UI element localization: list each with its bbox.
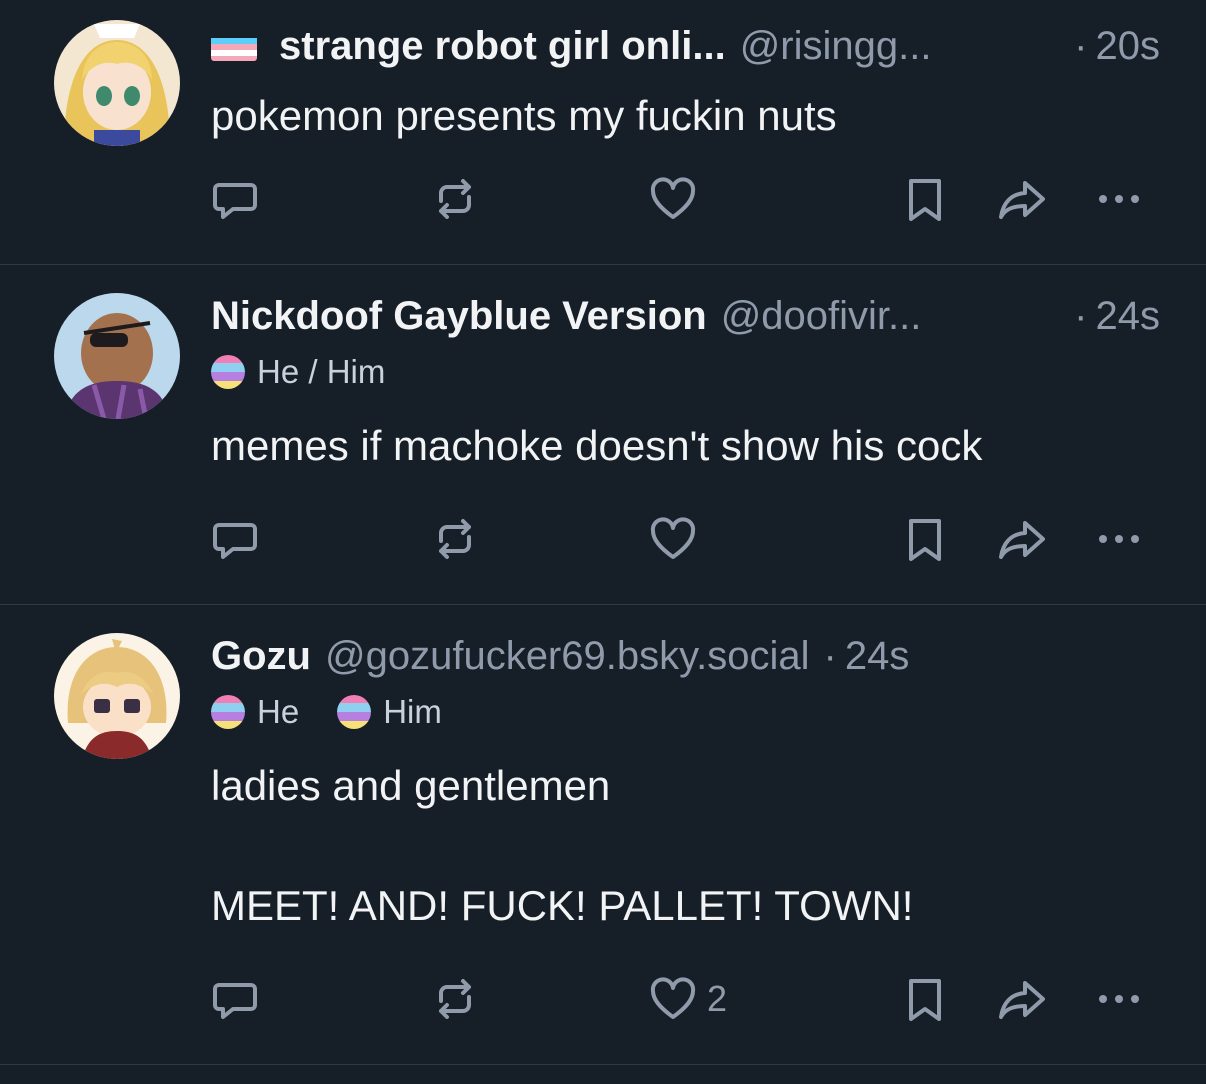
- post-actions: [211, 514, 1151, 564]
- pronoun-tag: Him: [337, 693, 442, 731]
- reply-icon: [213, 183, 257, 219]
- pronouns: He Him: [211, 690, 1160, 734]
- pronoun-label: He: [257, 693, 300, 730]
- reply-icon: [213, 523, 257, 559]
- reply-button[interactable]: [211, 974, 259, 1024]
- more-icon: [1099, 195, 1139, 203]
- timestamp[interactable]: 24s: [845, 632, 910, 680]
- pronoun-label: Him: [383, 693, 442, 730]
- pronoun-tag: He: [211, 693, 299, 731]
- like-button[interactable]: [649, 174, 707, 224]
- like-button[interactable]: 2: [649, 974, 727, 1024]
- share-icon: [999, 181, 1045, 219]
- heart-icon: [650, 177, 696, 219]
- bookmark-button[interactable]: [905, 974, 945, 1024]
- trans-flag-icon: [211, 31, 257, 61]
- pronouns: He / Him: [211, 350, 1160, 394]
- post-header: Nickdoof Gayblue Version @doofivir... · …: [211, 292, 1160, 340]
- post-actions: [211, 174, 1151, 224]
- separator: ·: [1074, 24, 1088, 68]
- handle[interactable]: @risingg...: [740, 22, 932, 70]
- more-button[interactable]: [1095, 174, 1143, 224]
- repost-button[interactable]: [431, 174, 479, 224]
- pronoun-badge-icon: [337, 695, 372, 729]
- post-text: ladies and gentlemen MEET! AND! FUCK! PA…: [211, 762, 914, 929]
- display-name[interactable]: Nickdoof Gayblue Version: [211, 292, 707, 340]
- timestamp[interactable]: 20s: [1096, 22, 1161, 70]
- separator: ·: [823, 634, 837, 678]
- share-icon: [999, 521, 1045, 559]
- post-text: pokemon presents my fuckin nuts: [211, 92, 837, 139]
- timestamp[interactable]: 24s: [1096, 292, 1161, 340]
- repost-icon: [439, 979, 471, 1019]
- bookmark-icon: [909, 979, 941, 1021]
- pronoun-tag: He / Him: [211, 353, 385, 391]
- display-name[interactable]: Gozu: [211, 632, 311, 680]
- share-button[interactable]: [997, 174, 1049, 224]
- more-button[interactable]: [1095, 514, 1143, 564]
- post[interactable]: strange robot girl onli... @risingg... ·…: [0, 0, 1206, 265]
- separator: ·: [1074, 294, 1088, 338]
- reply-icon: [213, 983, 257, 1019]
- feed: strange robot girl onli... @risingg... ·…: [0, 0, 1206, 1065]
- reply-button[interactable]: [211, 514, 259, 564]
- post-header: Gozu @gozufucker69.bsky.social · 24s: [211, 632, 1160, 680]
- display-name[interactable]: strange robot girl onli...: [279, 22, 726, 70]
- more-icon: [1099, 995, 1139, 1003]
- post-text: memes if machoke doesn't show his cock: [211, 422, 983, 469]
- handle[interactable]: @doofivir...: [721, 292, 922, 340]
- pronoun-badge-icon: [211, 355, 245, 389]
- bookmark-button[interactable]: [905, 174, 945, 224]
- repost-icon: [439, 519, 471, 559]
- like-count: 2: [707, 978, 728, 1019]
- repost-button[interactable]: [431, 514, 479, 564]
- bookmark-icon: [909, 179, 941, 221]
- more-button[interactable]: [1095, 974, 1143, 1024]
- share-button[interactable]: [997, 514, 1049, 564]
- like-button[interactable]: [649, 514, 707, 564]
- pronoun-badge-icon: [211, 695, 245, 729]
- post-actions: 2: [211, 974, 1151, 1024]
- heart-icon: [650, 517, 696, 559]
- handle[interactable]: @gozufucker69.bsky.social: [325, 632, 810, 680]
- avatar[interactable]: [54, 633, 180, 759]
- bookmark-button[interactable]: [905, 514, 945, 564]
- avatar[interactable]: [54, 20, 180, 146]
- post[interactable]: Gozu @gozufucker69.bsky.social · 24s He …: [0, 605, 1206, 1065]
- post-header: strange robot girl onli... @risingg... ·…: [211, 22, 1160, 70]
- share-icon: [999, 981, 1045, 1019]
- repost-button[interactable]: [431, 974, 479, 1024]
- repost-icon: [439, 179, 471, 219]
- avatar[interactable]: [54, 293, 180, 419]
- share-button[interactable]: [997, 974, 1049, 1024]
- more-icon: [1099, 535, 1139, 543]
- post[interactable]: Nickdoof Gayblue Version @doofivir... · …: [0, 265, 1206, 605]
- reply-button[interactable]: [211, 174, 259, 224]
- heart-icon: [650, 977, 696, 1019]
- bookmark-icon: [909, 519, 941, 561]
- pronoun-label: He / Him: [257, 353, 386, 390]
